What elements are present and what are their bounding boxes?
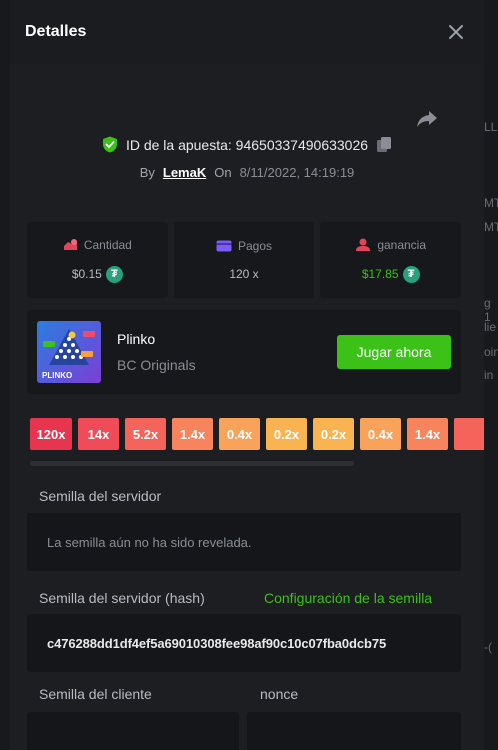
server-seed-value: La semilla aún no ha sido revelada. — [47, 534, 252, 550]
background-text: in — [484, 368, 494, 382]
server-seed-hash-value: c476288dd1df4ef5a69010308fee98af90c10c07… — [47, 635, 387, 651]
multiplier-chip[interactable]: 1.4x — [172, 418, 213, 450]
game-info: Plinko BC Originals — [117, 331, 196, 373]
multiplier-chip[interactable]: 14x — [78, 418, 119, 450]
server-seed-field[interactable]: La semilla aún no ha sido revelada. — [27, 513, 461, 571]
share-button[interactable] — [414, 106, 440, 132]
background-text: LL — [484, 120, 498, 134]
tether-icon: ₮ — [402, 265, 420, 283]
game-name[interactable]: Plinko — [117, 331, 196, 347]
game-provider: BC Originals — [117, 357, 196, 373]
nonce-field[interactable] — [247, 712, 461, 750]
copy-button[interactable] — [376, 136, 392, 153]
stat-value: $17.85 — [361, 267, 399, 281]
bet-details-modal: Detalles ID de la apuesta: 9465033749063… — [10, 0, 484, 750]
server-seed-label: Semilla del servidor — [39, 488, 162, 504]
stat-profit: ganancia $17.85 ₮ — [320, 222, 462, 298]
bet-stats: Cantidad $0.15 ₮ Pagos 120 x ganancia $1… — [27, 222, 462, 298]
multiplier-chip[interactable]: 0.4x — [360, 418, 401, 450]
stat-value: $0.15 — [71, 267, 102, 281]
card-icon — [216, 240, 232, 252]
close-icon — [449, 25, 463, 39]
on-label: On — [214, 165, 232, 180]
background-page-right: LL MT MT g 1 lie oin in -( — [484, 0, 498, 750]
close-button[interactable] — [442, 18, 470, 46]
background-text: -( — [484, 640, 492, 654]
stat-label: Cantidad — [83, 237, 132, 252]
bet-id-row: ID de la apuesta: 94650337490633026 — [10, 136, 484, 153]
copy-icon — [377, 137, 392, 152]
game-card: PLINKO Plinko BC Originals Jugar ahora — [27, 310, 461, 394]
stat-label: ganancia — [377, 237, 427, 252]
server-seed-hash-label: Semilla del servidor (hash) — [39, 590, 205, 606]
multiplier-list: 120x 14x 5.2x 1.4x 0.4x 0.2x 0.2x 0.4x 1.4x — [30, 418, 484, 452]
stat-payout: Pagos 120 x — [173, 222, 315, 298]
multiplier-chip[interactable]: 5.2x — [125, 418, 166, 450]
background-text: oin — [484, 345, 498, 359]
stat-amount: Cantidad $0.15 ₮ — [27, 222, 168, 298]
tether-icon: ₮ — [105, 265, 123, 283]
username-link[interactable]: LemaK — [163, 165, 206, 180]
multiplier-chip[interactable]: 0.2x — [266, 418, 307, 450]
multiplier-chip[interactable]: 1.4x — [407, 418, 448, 450]
stat-label: Pagos — [237, 239, 273, 253]
by-label: By — [139, 165, 155, 180]
background-page-left — [0, 0, 10, 750]
background-text: MT — [484, 220, 498, 234]
game-thumbnail[interactable]: PLINKO — [37, 321, 101, 383]
server-seed-hash-field[interactable]: c476288dd1df4ef5a69010308fee98af90c10c07… — [27, 614, 461, 672]
multiplier-chip[interactable] — [454, 418, 484, 450]
client-seed-label: Semilla del cliente — [39, 686, 152, 702]
multiplier-chip[interactable]: 120x — [30, 418, 72, 450]
share-icon — [417, 111, 437, 127]
wager-icon — [63, 239, 77, 250]
background-text: lie — [484, 320, 497, 334]
play-now-button[interactable]: Jugar ahora — [337, 335, 451, 369]
game-thumb-logo: PLINKO — [42, 371, 72, 380]
bet-date: 8/11/2022, 14:19:19 — [239, 165, 355, 180]
seed-config-link[interactable]: Configuración de la semilla — [264, 590, 432, 606]
multiplier-chip[interactable]: 0.4x — [219, 418, 260, 450]
nonce-label: nonce — [260, 686, 299, 702]
background-text: MT — [484, 196, 498, 210]
multiplier-scrollbar[interactable] — [30, 461, 354, 466]
profit-icon — [356, 238, 371, 251]
multiplier-chip[interactable]: 0.2x — [313, 418, 354, 450]
modal-header: Detalles — [10, 0, 484, 64]
bet-author-row: By LemaK On 8/11/2022, 14:19:19 — [10, 165, 484, 180]
stat-value: 120 x — [229, 267, 259, 281]
client-seed-field[interactable] — [27, 712, 239, 750]
bet-id: ID de la apuesta: 94650337490633026 — [125, 136, 369, 153]
modal-title: Detalles — [25, 23, 87, 40]
verified-shield-icon — [102, 136, 117, 153]
